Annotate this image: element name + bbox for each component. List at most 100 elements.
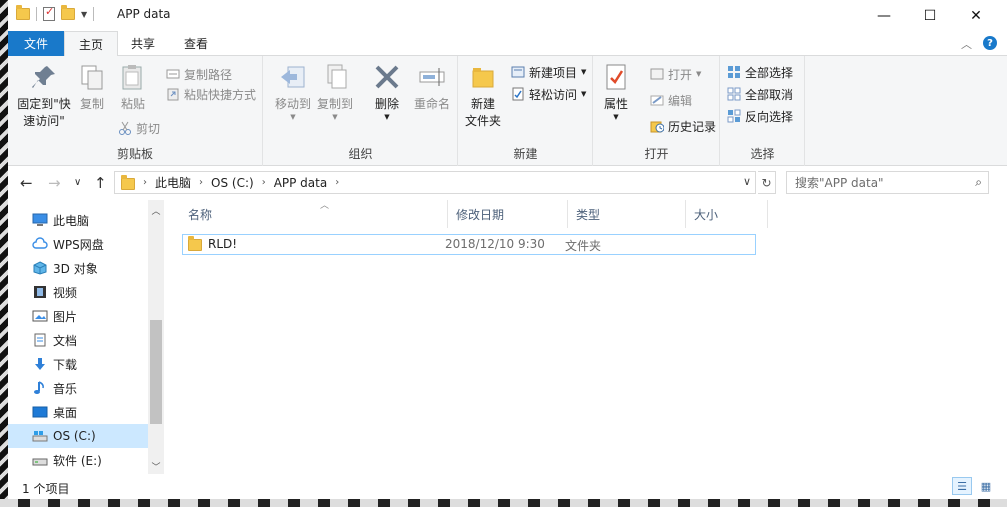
details-view-button[interactable]: ☰: [952, 477, 972, 495]
breadcrumb-separator-icon[interactable]: ›: [143, 177, 147, 188]
rename-button[interactable]: 重命名: [412, 62, 452, 113]
move-to-icon: [278, 62, 308, 92]
nav-item-wps-cloud[interactable]: WPS网盘: [8, 232, 148, 256]
copy-label: 复制: [79, 97, 104, 111]
column-header-label: 修改日期: [456, 207, 505, 222]
close-button[interactable]: ✕: [953, 0, 999, 31]
picture-icon: [32, 309, 48, 323]
properties-icon: [601, 62, 631, 92]
properties-icon[interactable]: [43, 5, 55, 21]
pin-icon: [29, 62, 59, 92]
folder-icon: [188, 236, 202, 251]
properties-button[interactable]: 属性 ▼: [600, 62, 632, 121]
nav-item-label: OS (C:): [53, 429, 96, 443]
paste-shortcut-button[interactable]: 粘贴快捷方式: [166, 84, 256, 104]
back-arrow-icon[interactable]: ←: [20, 174, 33, 192]
delete-button[interactable]: 删除 ▼: [372, 62, 402, 121]
window-title: APP data: [117, 7, 171, 21]
nav-item-pictures[interactable]: 图片: [8, 304, 148, 328]
recent-locations-chevron-icon[interactable]: ∨: [74, 177, 81, 188]
history-label: 历史记录: [668, 119, 717, 134]
scroll-thumb[interactable]: [150, 320, 162, 424]
cut-button[interactable]: 剪切: [118, 118, 160, 138]
easy-access-button[interactable]: 轻松访问 ▼: [511, 84, 586, 104]
search-input[interactable]: 搜索"APP data" ⌕: [786, 171, 989, 194]
minimize-button[interactable]: —: [861, 0, 907, 31]
help-icon[interactable]: ?: [983, 36, 997, 50]
scroll-up-chevron-icon[interactable]: ︿: [148, 202, 164, 218]
column-header-name[interactable]: ︿ 名称: [180, 200, 448, 228]
tab-share[interactable]: 共享: [118, 31, 168, 56]
copy-button[interactable]: 复制: [76, 62, 108, 113]
nav-item-3d-objects[interactable]: 3D 对象: [8, 256, 148, 280]
search-icon[interactable]: ⌕: [975, 175, 982, 190]
invert-selection-button[interactable]: 反向选择: [727, 106, 793, 126]
chevron-down-icon: ▼: [581, 68, 587, 76]
table-row[interactable]: RLD! 2018/12/10 9:30 文件夹: [182, 234, 756, 255]
address-dropdown-chevron-icon[interactable]: ∨: [743, 175, 751, 188]
open-label: 打开: [668, 67, 693, 82]
edit-button[interactable]: 编辑: [650, 90, 692, 110]
nav-item-videos[interactable]: 视频: [8, 280, 148, 304]
paste-button[interactable]: 粘贴: [116, 62, 150, 113]
select-none-button[interactable]: 全部取消: [727, 84, 793, 104]
open-button[interactable]: 打开 ▼: [650, 64, 701, 84]
invert-selection-label: 反向选择: [745, 109, 794, 124]
tab-home[interactable]: 主页: [64, 31, 118, 57]
breadcrumb-this-pc[interactable]: 此电脑: [155, 174, 191, 191]
nav-item-label: 视频: [53, 285, 78, 300]
edit-label: 编辑: [668, 93, 693, 108]
file-list: ︿ 名称 修改日期 类型 大小 RLD! 2018/12/10 9:30 文件夹: [172, 200, 1007, 474]
toolbar-divider: [93, 7, 95, 21]
nav-pane-scrollbar[interactable]: ︿ ﹀: [148, 200, 164, 474]
refresh-button[interactable]: ↻: [758, 171, 776, 194]
large-icons-view-button[interactable]: ▦: [976, 477, 996, 495]
tab-view[interactable]: 查看: [170, 31, 222, 56]
new-folder-icon[interactable]: [61, 5, 75, 20]
copy-to-label: 复制到: [316, 97, 353, 111]
nav-item-downloads[interactable]: 下载: [8, 352, 148, 376]
nav-item-music[interactable]: 音乐: [8, 376, 148, 400]
column-header-size[interactable]: 大小: [686, 200, 768, 228]
new-folder-icon: [468, 62, 498, 92]
copy-path-label: 复制路径: [184, 67, 233, 82]
breadcrumb-separator-icon[interactable]: ›: [262, 177, 266, 188]
nav-item-this-pc[interactable]: 此电脑: [8, 208, 148, 232]
breadcrumb-os-c[interactable]: OS (C:): [211, 176, 254, 190]
pin-label-line2: 速访问": [23, 114, 65, 128]
address-bar[interactable]: › 此电脑 › OS (C:) › APP data › ∨: [114, 171, 756, 194]
new-item-button[interactable]: 新建项目 ▼: [511, 62, 586, 82]
breadcrumb-separator-icon[interactable]: ›: [199, 177, 203, 188]
up-arrow-icon[interactable]: ↑: [94, 174, 107, 192]
properties-label: 属性: [603, 97, 628, 111]
column-header-label: 类型: [576, 207, 601, 222]
column-header-type[interactable]: 类型: [568, 200, 686, 228]
nav-item-documents[interactable]: 文档: [8, 328, 148, 352]
column-header-label: 大小: [694, 207, 719, 222]
minimize-ribbon-chevron-icon[interactable]: ︿: [961, 36, 972, 52]
history-button[interactable]: 历史记录: [650, 116, 716, 136]
edit-pencil-icon: [650, 93, 664, 107]
pin-label-line1: 固定到"快: [17, 97, 71, 111]
scroll-down-chevron-icon[interactable]: ﹀: [148, 458, 164, 474]
address-row: ← → ∨ ↑ › 此电脑 › OS (C:) › APP data › ∨ ↻…: [8, 166, 1007, 200]
nav-item-desktop[interactable]: 桌面: [8, 400, 148, 424]
maximize-button[interactable]: ☐: [907, 0, 953, 31]
tab-file[interactable]: 文件: [8, 31, 64, 56]
forward-arrow-icon[interactable]: →: [48, 174, 61, 192]
select-none-icon: [727, 87, 741, 101]
pin-to-quick-access-button[interactable]: 固定到"快 速访问": [12, 62, 76, 130]
move-to-button[interactable]: 移动到 ▼: [274, 62, 312, 121]
customize-toolbar-chevron-icon[interactable]: ▼: [81, 10, 87, 19]
breadcrumb-separator-icon[interactable]: ›: [335, 177, 339, 188]
select-all-button[interactable]: 全部选择: [727, 62, 793, 82]
nav-item-os-c[interactable]: OS (C:): [8, 424, 148, 448]
copy-path-button[interactable]: 复制路径: [166, 64, 232, 84]
easy-access-icon: [511, 87, 525, 101]
column-header-modified[interactable]: 修改日期: [448, 200, 568, 228]
nav-item-software-e[interactable]: 软件 (E:): [8, 448, 148, 472]
new-folder-button[interactable]: 新建 文件夹: [463, 62, 503, 130]
file-type-cell: 文件夹: [565, 239, 602, 253]
breadcrumb-app-data[interactable]: APP data: [274, 176, 328, 190]
copy-to-button[interactable]: 复制到 ▼: [316, 62, 354, 121]
